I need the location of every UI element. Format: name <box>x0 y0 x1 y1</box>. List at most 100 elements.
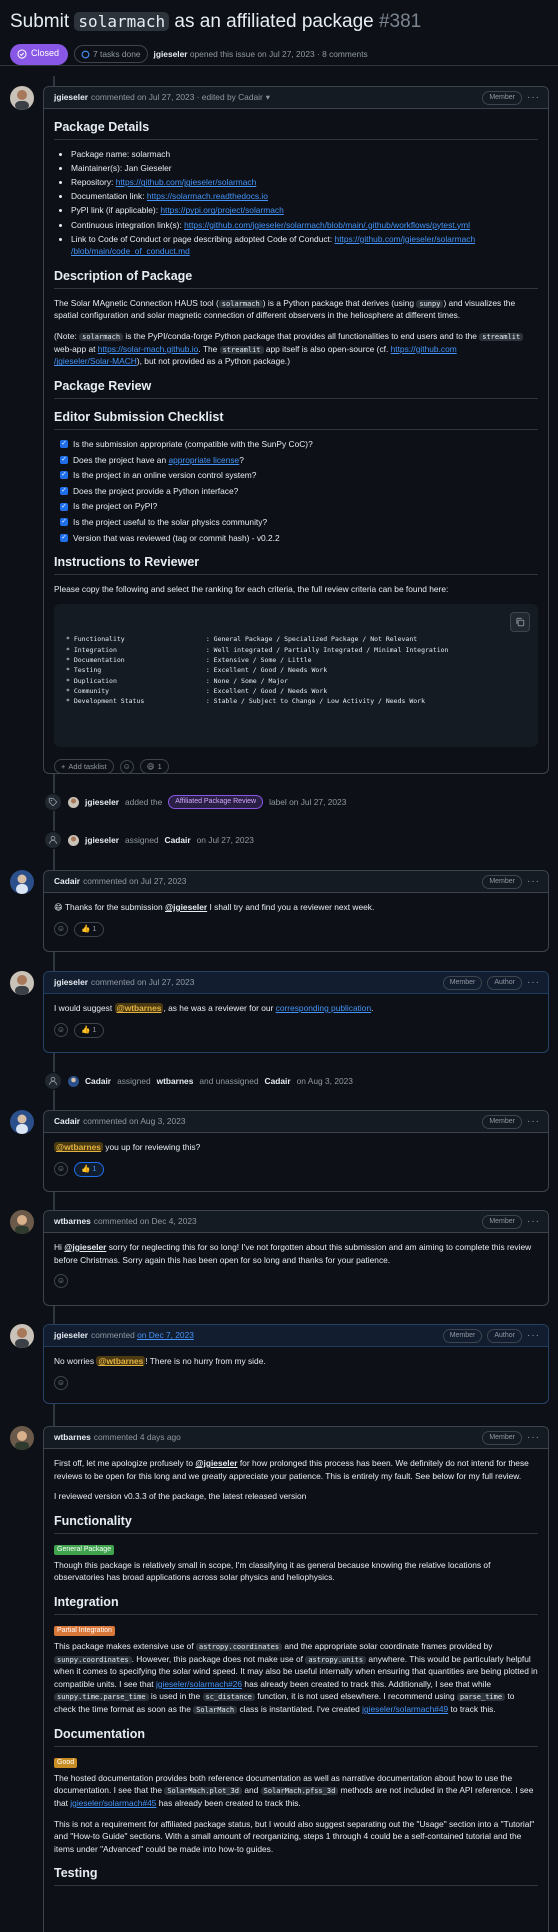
event-actor[interactable]: jgieseler <box>85 796 119 809</box>
checkbox-checked-icon[interactable]: ✓ <box>60 471 68 480</box>
avatar-jgieseler[interactable] <box>10 86 34 110</box>
copy-button[interactable] <box>510 611 530 632</box>
coc-link-cont[interactable]: /blob/main/code_of_conduct.md <box>71 246 190 256</box>
license-link[interactable]: appropriate license <box>168 455 239 465</box>
solar-mach-repo-link-cont[interactable]: /jgieseler/Solar-MACH <box>54 356 137 366</box>
comment-date[interactable]: commented on Jul 27, 2023 <box>91 91 194 104</box>
comment-date[interactable]: commented on Aug 3, 2023 <box>83 1115 185 1128</box>
inline-code: SolarMach.pfss_3d <box>260 1787 339 1796</box>
add-tasklist-button[interactable]: + Add tasklist <box>54 759 114 775</box>
add-reaction-button[interactable]: ☺ <box>54 1375 68 1390</box>
comment-date[interactable]: commented on Jul 27, 2023 <box>83 875 186 888</box>
inline-code: SolarMach <box>193 1706 238 1715</box>
mention-wtbarnes[interactable]: @wtbarnes <box>96 1356 146 1366</box>
checklist-item: ✓ Does the project have an appropriate li… <box>60 454 538 467</box>
event-target[interactable]: wtbarnes <box>157 1075 194 1088</box>
avatar-jgieseler-small[interactable] <box>68 796 79 808</box>
criteria-name: Duplication <box>73 676 117 685</box>
mention-jgieseler[interactable]: @jgieseler <box>64 1242 106 1252</box>
checkbox-checked-icon[interactable]: ✓ <box>60 487 68 496</box>
comment-author[interactable]: wtbarnes <box>54 1431 91 1444</box>
reaction-thumbsup[interactable]: 👍 1 <box>74 1022 104 1038</box>
more-options-icon[interactable]: ··· <box>527 1432 540 1444</box>
event-suffix: on Jul 27, 2023 <box>196 834 254 845</box>
publication-link[interactable]: corresponding publication <box>276 1003 371 1013</box>
description-p1: The Solar MAgnetic Connection HAUS tool … <box>54 297 538 322</box>
event-actor[interactable]: Cadair <box>85 1075 111 1088</box>
review-text: function, it is not used elsewhere. I re… <box>254 1691 457 1702</box>
more-options-icon[interactable]: ··· <box>527 1216 540 1228</box>
avatar-jgieseler[interactable] <box>10 971 34 995</box>
laugh-emoji-icon: 😄 <box>146 762 155 772</box>
issue-link-49[interactable]: jgieseler/solarmach#49 <box>362 1704 448 1714</box>
mention-wtbarnes[interactable]: @wtbarnes <box>114 1003 164 1013</box>
event-target[interactable]: Cadair <box>165 834 191 847</box>
mention-jgieseler[interactable]: @jgieseler <box>165 902 207 912</box>
avatar-wtbarnes[interactable] <box>10 1426 34 1450</box>
mention-wtbarnes[interactable]: @wtbarnes <box>54 1142 103 1152</box>
comment-author[interactable]: jgieseler <box>54 976 88 989</box>
detail-name-text: Package name: solarmach <box>71 149 171 159</box>
chevron-down-icon[interactable]: ▾ <box>266 91 270 104</box>
comment-author[interactable]: Cadair <box>54 1115 80 1128</box>
avatar-cadair-small[interactable] <box>68 1075 79 1087</box>
reaction-thumbsup[interactable]: 👍 1 <box>74 1161 104 1177</box>
mention-jgieseler[interactable]: @jgieseler <box>195 1458 237 1468</box>
issue-link-26[interactable]: jgieseler/solarmach#26 <box>156 1679 242 1689</box>
add-reaction-button[interactable]: ☺ <box>54 1023 68 1038</box>
reaction-laugh[interactable]: 😄 1 <box>139 759 169 775</box>
add-reaction-button[interactable]: ☺ <box>54 922 68 937</box>
event-actor[interactable]: jgieseler <box>85 834 119 847</box>
comment-date[interactable]: commented 4 days ago <box>94 1431 181 1444</box>
tasks-badge[interactable]: 7 tasks done <box>74 45 148 63</box>
detail-pypi-label: PyPI link (if applicable): <box>71 205 161 216</box>
comment-author[interactable]: jgieseler <box>54 91 88 104</box>
comment-text-part: ! There is no hurry from my side. <box>145 1356 266 1366</box>
add-reaction-button[interactable]: ☺ <box>119 759 134 774</box>
comment-text-part: I shall try and find you a reviewer next… <box>207 902 375 912</box>
comment-author[interactable]: Cadair <box>54 875 80 888</box>
reaction-thumbsup[interactable]: 👍 1 <box>74 921 104 937</box>
solar-mach-repo-link[interactable]: https://github.com <box>391 344 457 354</box>
edited-by[interactable]: · edited by Cadair <box>197 91 263 104</box>
label-affiliated-package-review[interactable]: Affiliated Package Review <box>168 795 264 809</box>
pypi-link[interactable]: https://pypi.org/project/solarmach <box>160 205 283 215</box>
comment-date[interactable]: commented on Jul 27, 2023 <box>91 976 194 989</box>
issue-author[interactable]: jgieseler <box>154 49 188 59</box>
avatar-wtbarnes[interactable] <box>10 1210 34 1234</box>
docs-link[interactable]: https://solarmach.readthedocs.io <box>147 191 268 201</box>
avatar-jgieseler-small[interactable] <box>68 834 79 846</box>
event-action: added the <box>125 796 163 807</box>
add-reaction-button[interactable]: ☺ <box>54 1274 68 1289</box>
more-options-icon[interactable]: ··· <box>527 92 540 104</box>
comment-text: I would suggest @wtbarnes, as he was a r… <box>54 1002 538 1015</box>
checkbox-checked-icon[interactable]: ✓ <box>60 455 68 464</box>
more-options-icon[interactable]: ··· <box>527 1116 540 1128</box>
checklist-item-label: Does the project have an appropriate lic… <box>73 454 244 467</box>
avatar-cadair[interactable] <box>10 870 34 894</box>
checkbox-checked-icon[interactable]: ✓ <box>60 440 68 449</box>
comment-date-link[interactable]: on Dec 7, 2023 <box>137 1329 194 1342</box>
comment-author[interactable]: wtbarnes <box>54 1215 91 1228</box>
event-target-2[interactable]: Cadair <box>265 1075 291 1088</box>
repo-link[interactable]: https://github.com/jgieseler/solarmach <box>116 177 257 187</box>
desc-text: is the PyPI/conda-forge Python package t… <box>123 331 480 342</box>
inline-code: streamlit <box>219 345 264 354</box>
checkbox-checked-icon[interactable]: ✓ <box>60 533 68 542</box>
comment-date[interactable]: commented on Dec 4, 2023 <box>94 1215 197 1228</box>
coc-link[interactable]: https://github.com/jgieseler/solarmach <box>335 234 476 244</box>
webapp-link[interactable]: https://solar-mach.github.io <box>98 344 199 354</box>
checklist-item: ✓ Does the project provide a Python inter… <box>60 485 538 498</box>
comment-author[interactable]: jgieseler <box>54 1329 88 1342</box>
ci-link[interactable]: https://github.com/jgieseler/solarmach/b… <box>184 220 470 230</box>
checkbox-checked-icon[interactable]: ✓ <box>60 502 68 511</box>
more-options-icon[interactable]: ··· <box>527 1330 540 1342</box>
more-options-icon[interactable]: ··· <box>527 876 540 888</box>
avatar-jgieseler[interactable] <box>10 1324 34 1348</box>
bullet: * <box>66 645 74 654</box>
issue-link-45[interactable]: jgieseler/solarmach#45 <box>70 1798 156 1808</box>
checkbox-checked-icon[interactable]: ✓ <box>60 518 68 527</box>
more-options-icon[interactable]: ··· <box>527 977 540 989</box>
add-reaction-button[interactable]: ☺ <box>54 1162 68 1177</box>
avatar-cadair[interactable] <box>10 1110 34 1134</box>
